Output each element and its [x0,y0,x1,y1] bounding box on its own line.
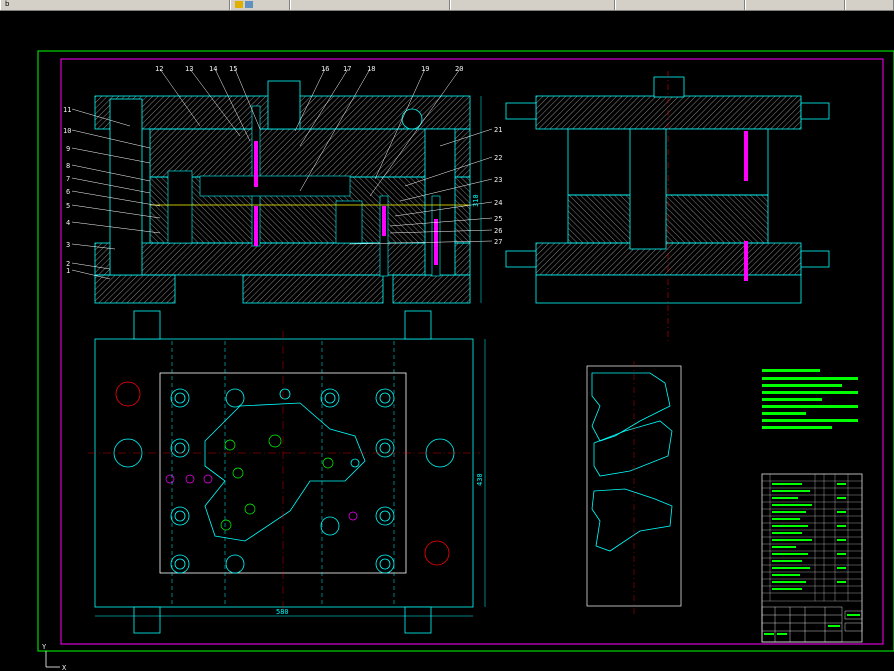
side-bolt-br [800,250,830,268]
part-label-23: 23 [494,176,502,184]
ucs-y-label: Y [42,643,47,651]
part-profile-view [586,361,682,616]
part-label-15: 15 [229,65,237,73]
toolbar-segment-6[interactable] [845,0,894,10]
drawing-canvas[interactable]: 1 2 3 4 5 6 7 8 9 10 11 12 13 14 15 16 1… [0,11,894,671]
title-cells [761,606,863,643]
part-label-5: 5 [66,202,70,210]
side-top-plate [535,95,802,130]
part-label-25: 25 [494,215,502,223]
part-label-2: 2 [66,260,70,268]
thread-mark-2 [254,206,258,246]
layer-icon[interactable] [235,1,243,8]
thread-mark-3 [382,206,386,236]
side-bolt-tl [505,102,537,120]
thread-mark-1 [254,141,258,187]
part-label-17: 17 [343,65,351,73]
plan-width-dimension: 580 [276,608,289,616]
part-label-19: 19 [421,65,429,73]
part-label-18: 18 [367,65,375,73]
profile-shape-1 [591,372,671,442]
toolbar-segment-5[interactable] [745,0,845,10]
cavity-plate [149,128,471,178]
profile-shape-2 [593,420,673,477]
part-label-9: 9 [66,145,70,153]
side-bolt-tr [800,102,830,120]
side-base [535,274,802,304]
bottom-clamp-right [392,274,471,304]
part-label-8: 8 [66,162,70,170]
part-label-7: 7 [66,175,70,183]
side-view [505,71,830,341]
plan-ejectors [220,434,334,531]
runner-plate [199,175,351,197]
plan-locator-br [424,540,450,566]
part-label-6: 6 [66,188,70,196]
part-label-22: 22 [494,154,502,162]
toolbar-segment-4[interactable] [615,0,745,10]
side-thread-1 [744,131,748,181]
slider-left [167,170,193,244]
side-center-post [629,128,667,250]
screw-head [401,108,423,130]
part-label-3: 3 [66,241,70,249]
sprue-bushing [267,80,301,130]
toolbar-icon-group[interactable] [230,0,290,10]
plan-lug-top-right [404,310,432,340]
ucs-x-label: X [62,664,67,671]
part-label-21: 21 [494,126,502,134]
ucs-icon: Y X [42,643,67,671]
slider-right [335,200,363,244]
plan-lug-top-left [133,310,161,340]
part-label-14: 14 [209,65,217,73]
technical-notes [762,369,858,429]
part-label-10: 10 [63,127,71,135]
plan-height-dimension: 430 [476,473,484,486]
part-label-11: 11 [63,106,71,114]
plan-part-outline [204,402,366,542]
part-label-16: 16 [321,65,329,73]
cad-window-toolbar: b [0,0,894,11]
side-bolt-bl [505,250,537,268]
plan-outer-plate [94,338,474,608]
toolbar-segment-3[interactable] [450,0,615,10]
support-plate [94,242,471,276]
part-label-4: 4 [66,219,70,227]
part-label-27: 27 [494,238,502,246]
part-label-24: 24 [494,199,502,207]
toolbar-segment-1[interactable]: b [0,0,230,10]
toolbar-segment-2[interactable] [290,0,450,10]
plan-lug-bottom-right [404,606,432,634]
plan-small-marks [165,474,358,521]
properties-icon[interactable] [245,1,254,8]
bottom-clamp-mid [242,274,384,304]
part-label-20: 20 [455,65,463,73]
part-label-26: 26 [494,227,502,235]
title-marks [764,614,860,635]
plan-lug-bottom-left [133,606,161,634]
front-section-view [94,80,471,304]
side-thread-2 [744,241,748,281]
side-sprue [653,76,685,98]
plan-locator-tl [115,381,141,407]
side-bottom-plate [535,242,802,276]
part-label-13: 13 [185,65,193,73]
title-block [761,473,863,643]
bottom-clamp-left [94,274,176,304]
plan-view [88,310,480,634]
profile-shape-3 [591,488,673,552]
part-label-1: 1 [66,267,70,275]
guide-pillar-left [109,98,143,276]
side-dimension-label: 310 [472,194,480,207]
part-label-12: 12 [155,65,163,73]
